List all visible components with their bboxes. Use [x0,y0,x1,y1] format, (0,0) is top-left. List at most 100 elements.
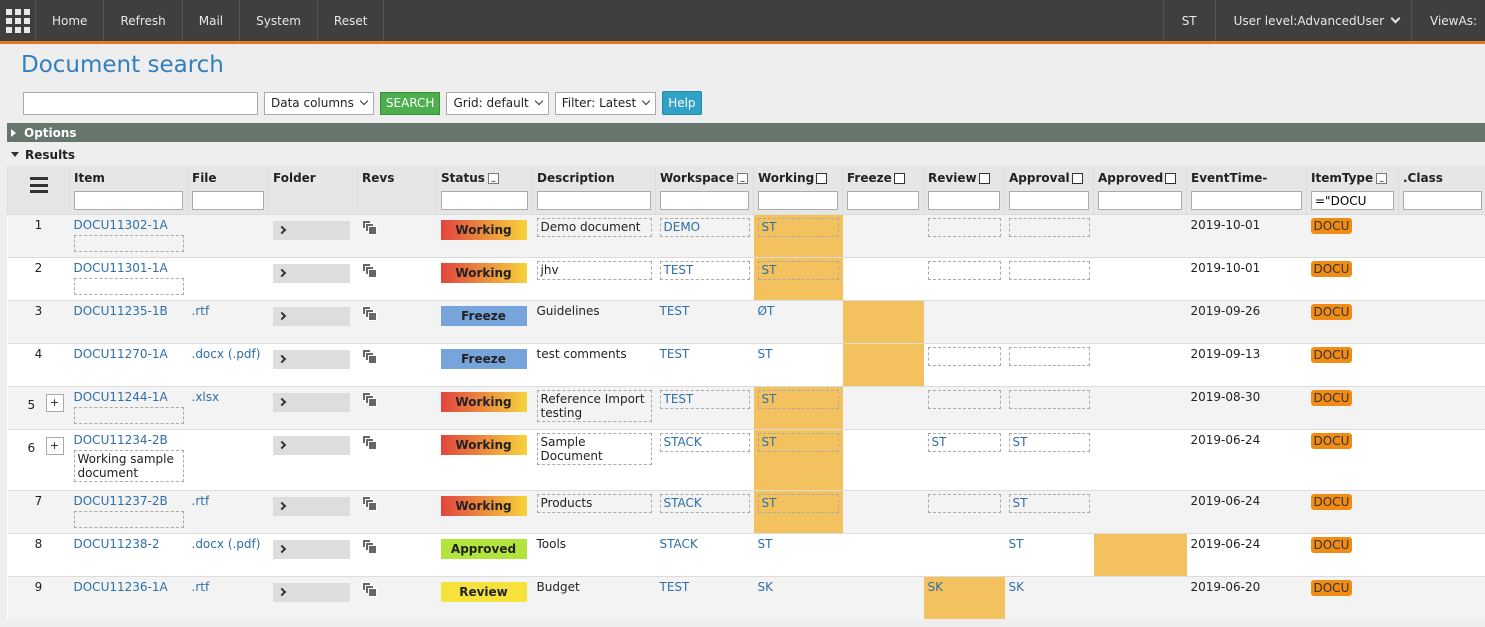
revisions-icon[interactable] [361,262,377,278]
folder-button[interactable] [272,582,350,602]
column-menu[interactable] [7,166,70,214]
header-itemtype-label[interactable]: ItemType [1311,171,1373,185]
approval-field[interactable] [1008,217,1090,237]
revisions-icon[interactable] [361,495,377,511]
review-field[interactable] [927,346,1001,366]
table-row[interactable]: 1 DOCU11302-1A Working Demo document DEM… [7,213,1485,257]
workspace-field[interactable]: TEST [659,389,750,409]
grid-dropdown[interactable]: Grid: default [446,91,549,115]
file-pdf-link[interactable]: (.pdf) [228,347,261,361]
revisions-icon[interactable] [361,219,377,235]
data-columns-dropdown[interactable]: Data columns [264,91,374,115]
working-link[interactable]: SK [758,580,774,594]
working-link[interactable]: ST [758,537,773,551]
file-link[interactable]: .rtf [192,580,210,594]
item-link[interactable]: DOCU11236-1A [74,580,168,594]
item-link[interactable]: DOCU11244-1A [74,390,168,404]
table-row[interactable]: 2 DOCU11301-1A Working jhv TEST ST 2019-… [7,256,1485,300]
folder-button[interactable] [272,539,350,559]
item-link[interactable]: DOCU11302-1A [74,218,168,232]
working-field[interactable]: ST [757,389,839,409]
review-checkbox[interactable] [978,172,990,184]
item-link[interactable]: DOCU11237-2B [74,494,168,508]
revisions-icon[interactable] [361,581,377,597]
help-button[interactable]: Help [662,91,702,115]
approval-field[interactable] [1008,260,1090,280]
filter-eventtime-input[interactable] [1191,191,1302,210]
review-field[interactable] [927,493,1001,513]
description-field[interactable]: Demo document [536,217,652,237]
options-section-toggle[interactable]: Options [7,123,1485,142]
sort-icon[interactable]: _ [737,172,749,184]
folder-button[interactable] [272,496,350,516]
table-row[interactable]: 4 DOCU11270-1A .docx (.pdf) Freeze test … [7,342,1485,386]
workspace-field[interactable]: STACK [659,432,750,452]
workspace-link[interactable]: TEST [660,304,690,318]
revisions-icon[interactable] [361,348,377,364]
working-field[interactable]: ST [757,260,839,280]
apps-menu-button[interactable] [0,0,36,41]
folder-button[interactable] [272,349,350,369]
approval-link[interactable]: ST [1009,537,1024,551]
table-row[interactable]: 8 DOCU11238-2 .docx (.pdf) Approved Tool… [7,532,1485,576]
filter-description-input[interactable] [537,191,651,210]
header-approved-label[interactable]: Approved [1098,171,1163,185]
review-field[interactable]: ST [927,432,1001,452]
revisions-icon[interactable] [361,391,377,407]
item-link[interactable]: DOCU11238-2 [74,537,160,551]
table-row[interactable]: 5 + DOCU11244-1A .xlsx Working Reference … [7,385,1485,429]
plus-icon[interactable]: + [45,436,64,455]
header-eventtime-label[interactable]: EventTime- [1191,169,1302,187]
header-freeze-label[interactable]: Freeze [847,171,892,185]
filter-class-input[interactable] [1403,191,1482,210]
header-review-label[interactable]: Review [928,171,977,185]
item-link[interactable]: DOCU11270-1A [74,347,168,361]
filter-approved-input[interactable] [1098,191,1182,210]
description-field[interactable]: jhv [536,260,652,280]
workspace-link[interactable]: STACK [660,537,698,551]
description-field[interactable]: Sample Document [536,432,652,465]
folder-button[interactable] [272,263,350,283]
description-field[interactable]: Products [536,493,652,513]
plus-icon[interactable]: + [45,393,64,412]
workspace-link[interactable]: TEST [660,347,690,361]
revisions-icon[interactable] [361,434,377,450]
folder-button[interactable] [272,306,350,326]
filter-approval-input[interactable] [1009,191,1089,210]
working-link[interactable]: ØT [758,304,775,318]
freeze-checkbox[interactable] [893,172,905,184]
header-folder-label[interactable]: Folder [273,169,353,187]
nav-reset[interactable]: Reset [318,0,385,41]
table-row[interactable]: 9 DOCU11236-1A .rtf Review Budget TEST S… [7,575,1485,619]
folder-button[interactable] [272,435,350,455]
filter-itemtype-input[interactable] [1311,191,1394,210]
table-row[interactable]: 7 DOCU11237-2B .rtf Working Products STA… [7,489,1485,533]
header-working-label[interactable]: Working [758,171,814,185]
file-link[interactable]: .xlsx [192,390,220,404]
filter-working-input[interactable] [758,191,838,210]
header-item-label[interactable]: Item [74,169,183,187]
nav-views-as[interactable]: ViewAs: [1411,0,1485,41]
table-row[interactable]: 3 DOCU11235-1B .rtf Freeze Guidelines TE… [7,299,1485,343]
nav-user-level[interactable]: User level:AdvancedUser [1214,0,1411,41]
item-note-field[interactable] [73,277,184,295]
folder-button[interactable] [272,220,350,240]
filter-freeze-input[interactable] [847,191,919,210]
working-checkbox[interactable] [816,172,828,184]
file-link[interactable]: .rtf [192,304,210,318]
workspace-field[interactable]: DEMO [659,217,750,237]
filter-item-input[interactable] [74,191,183,210]
header-revs-label[interactable]: Revs [362,169,432,187]
header-class-label[interactable]: .Class [1403,169,1482,187]
approval-field[interactable]: ST [1008,432,1090,452]
revisions-icon[interactable] [361,305,377,321]
filter-workspace-input[interactable] [660,191,749,210]
item-note-field[interactable] [73,510,184,528]
nav-system[interactable]: System [240,0,318,41]
description-field[interactable]: Reference Import testing [536,389,652,422]
filter-file-input[interactable] [192,191,264,210]
search-button[interactable]: SEARCH [379,91,441,115]
working-field[interactable]: ST [757,432,839,452]
nav-refresh[interactable]: Refresh [104,0,183,41]
workspace-field[interactable]: TEST [659,260,750,280]
